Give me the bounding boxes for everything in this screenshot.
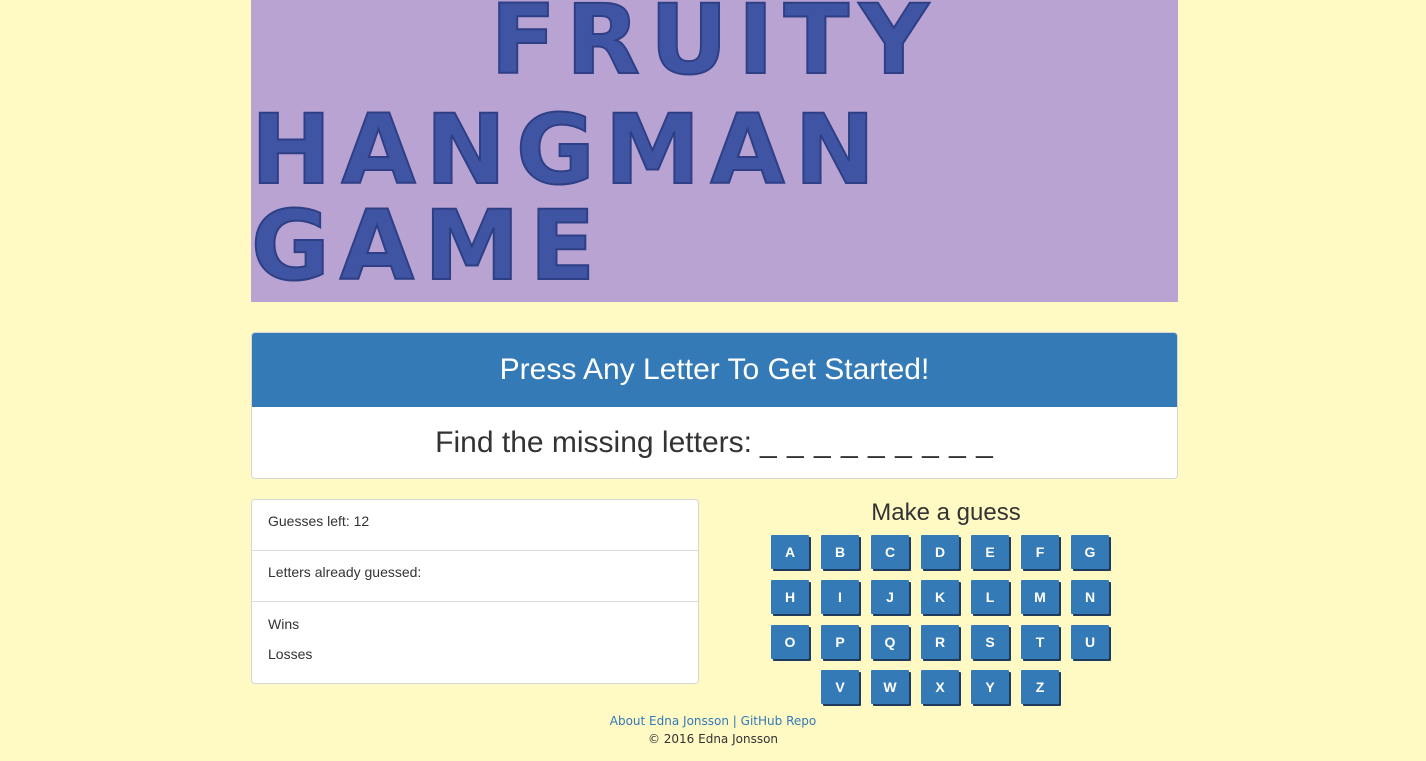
letter-key-z[interactable]: Z [1021,670,1059,704]
letters-guessed: Letters already guessed: [252,551,698,602]
banner-title-line-2: HANGMAN GAME [250,94,885,302]
letter-key-m[interactable]: M [1021,580,1059,614]
about-link[interactable]: About Edna Jonsson [610,714,729,728]
losses-label: Losses [268,646,313,662]
letter-key-f[interactable]: F [1021,535,1059,569]
letter-key-h[interactable]: H [771,580,809,614]
letter-key-s[interactable]: S [971,625,1009,659]
banner-title-line-1: FRUITY [489,0,939,96]
letter-key-j[interactable]: J [871,580,909,614]
guess-section: Make a guess ABCDEFG HIJKLMN OPQRSTU VWXYZ [751,496,1141,704]
letter-key-t[interactable]: T [1021,625,1059,659]
letter-key-i[interactable]: I [821,580,859,614]
letter-key-e[interactable]: E [971,535,1009,569]
letter-key-l[interactable]: L [971,580,1009,614]
letter-key-u[interactable]: U [1071,625,1109,659]
letter-key-w[interactable]: W [871,670,909,704]
guesses-left: Guesses left: 12 [252,500,698,551]
letter-key-q[interactable]: Q [871,625,909,659]
panel-heading: Press Any Letter To Get Started! [252,333,1177,407]
letter-key-x[interactable]: X [921,670,959,704]
footer: About Edna Jonsson | GitHub Repo © 2016 … [0,714,1426,746]
word-panel: Press Any Letter To Get Started! Find th… [251,332,1178,479]
github-repo-link[interactable]: GitHub Repo [741,714,817,728]
footer-separator: | [732,714,737,728]
wins-label: Wins [268,616,300,632]
page-container: FRUITY HANGMAN GAME Press Any Letter To … [250,0,1178,704]
word-prompt: Find the missing letters: [435,425,752,459]
letter-key-c[interactable]: C [871,535,909,569]
letter-key-p[interactable]: P [821,625,859,659]
letter-key-y[interactable]: Y [971,670,1009,704]
guess-title: Make a guess [871,499,1021,526]
copyright: © 2016 Edna Jonsson [647,732,779,746]
letter-key-v[interactable]: V [821,670,859,704]
word-display: Find the missing letters: _ _ _ _ _ _ _ … [252,407,1177,478]
letter-key-g[interactable]: G [1071,535,1109,569]
letter-key-o[interactable]: O [771,625,809,659]
letter-key-b[interactable]: B [821,535,859,569]
stats-list: Guesses left: 12 Letters already guessed… [251,499,699,684]
letter-key-a[interactable]: A [771,535,809,569]
letter-key-k[interactable]: K [921,580,959,614]
letter-key-n[interactable]: N [1071,580,1109,614]
letter-key-d[interactable]: D [921,535,959,569]
score-section: Wins Losses [252,602,698,672]
title-banner: FRUITY HANGMAN GAME [250,0,1178,302]
letter-key-r[interactable]: R [921,625,959,659]
word-blanks: _ _ _ _ _ _ _ _ _ [759,425,994,459]
